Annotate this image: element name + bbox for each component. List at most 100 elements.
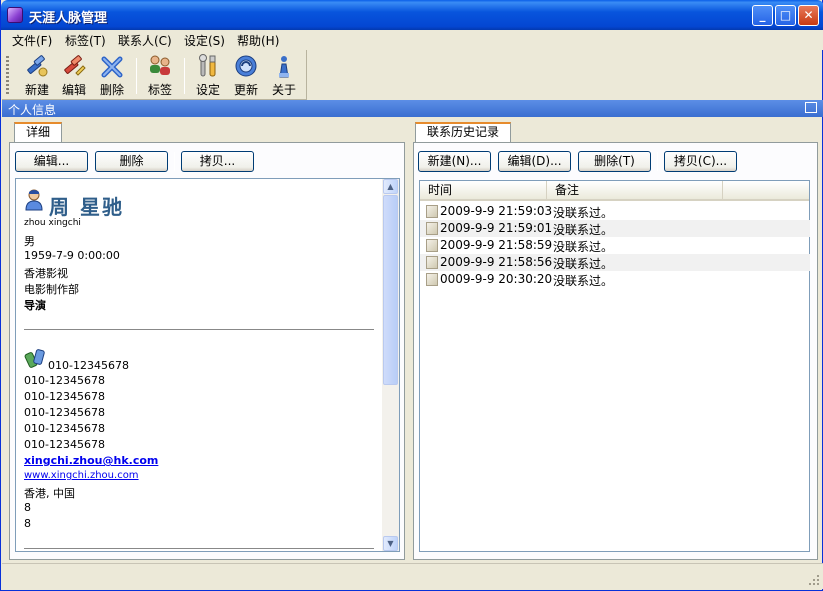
maximize-button[interactable]: □ — [775, 5, 796, 26]
phone-number: 010-12345678 — [24, 438, 105, 451]
title-bar[interactable]: 天涯人脉管理 _ □ ✕ — [1, 0, 823, 30]
tab-contact-history[interactable]: 联系历史记录 — [415, 122, 511, 142]
column-header-time[interactable]: 时间 — [420, 181, 547, 199]
contact-extra-field: 8 — [24, 501, 31, 514]
history-copy-button[interactable]: 拷贝(C)... — [664, 151, 737, 172]
menu-contacts[interactable]: 联系人(C) — [118, 32, 172, 49]
note-icon — [426, 222, 438, 235]
toolbar-tag-button[interactable]: 标签 — [141, 53, 179, 97]
contact-website-link[interactable]: www.xingchi.zhou.com — [24, 470, 139, 481]
menu-settings[interactable]: 设定(S) — [184, 32, 225, 49]
scroll-thumb[interactable] — [383, 195, 398, 385]
toolbar-new-button[interactable]: 新建 — [18, 53, 56, 97]
close-button[interactable]: ✕ — [798, 5, 819, 26]
toolbar-update-button[interactable]: 更新 — [227, 53, 265, 97]
restore-panel-icon[interactable] — [805, 102, 817, 113]
section-title: 个人信息 — [8, 103, 57, 117]
menu-bar: 文件(F) 标签(T) 联系人(C) 设定(S) 帮助(H) — [2, 30, 823, 50]
button-separator — [657, 152, 658, 171]
phone-number: 010-12345678 — [24, 374, 105, 387]
divider — [24, 548, 374, 549]
row-time: 2009-9-9 21:59:03 — [440, 204, 553, 218]
contact-location: 香港, 中国 — [24, 487, 75, 500]
contact-department: 电影制作部 — [24, 283, 79, 296]
edit-contact-icon — [64, 55, 86, 76]
window-title: 天涯人脉管理 — [29, 11, 108, 26]
menu-help[interactable]: 帮助(H) — [237, 32, 279, 49]
toolbar-about-button[interactable]: 关于 — [265, 53, 303, 97]
toolbar-settings-button[interactable]: 设定 — [189, 53, 227, 97]
row-note: 没联系过。 — [553, 223, 614, 237]
toolbar-settings-label: 设定 — [195, 83, 220, 97]
phone-number: 010-12345678 — [48, 359, 129, 372]
phone-icon — [24, 349, 45, 368]
tab-detail[interactable]: 详细 — [14, 122, 62, 142]
history-list[interactable]: 时间 备注 2009-9-9 21:59:03 没联系过。 2009-9-9 2… — [419, 180, 810, 552]
row-time: 0009-9-9 20:30:20 — [440, 272, 553, 286]
table-row[interactable]: 2009-9-9 21:59:03 没联系过。 — [420, 203, 810, 220]
toolbar-new-label: 新建 — [24, 83, 49, 97]
update-globe-icon — [235, 55, 257, 77]
row-note: 没联系过。 — [553, 274, 614, 288]
toolbar-edit-button[interactable]: 编辑 — [55, 53, 93, 97]
toolbar-edit-label: 编辑 — [61, 83, 86, 97]
resize-grip-icon[interactable] — [808, 574, 820, 586]
phone-number: 010-12345678 — [24, 406, 105, 419]
toolbar-grip[interactable] — [6, 56, 9, 96]
contact-gender: 男 — [24, 235, 35, 248]
contact-email-link[interactable]: xingchi.zhou@hk.com — [24, 454, 158, 467]
contact-name: 周 星驰 — [49, 195, 124, 219]
detail-copy-button[interactable]: 拷贝... — [181, 151, 254, 172]
delete-contact-icon — [101, 56, 123, 78]
row-note: 没联系过。 — [553, 206, 614, 220]
history-edit-button[interactable]: 编辑(D)... — [498, 151, 571, 172]
row-time: 2009-9-9 21:58:56 — [440, 255, 553, 269]
menu-tags[interactable]: 标签(T) — [65, 32, 106, 49]
scroll-down-icon[interactable]: ▼ — [383, 536, 398, 551]
note-icon — [426, 205, 438, 218]
divider — [24, 329, 374, 330]
minimize-button[interactable]: _ — [752, 5, 773, 26]
contact-detail-view[interactable]: 周 星驰 zhou xingchi 男 1959-7-9 0:00:00 香港影… — [15, 178, 400, 552]
row-note: 没联系过。 — [553, 257, 614, 271]
history-new-button[interactable]: 新建(N)... — [418, 151, 491, 172]
table-row[interactable]: 2009-9-9 21:58:56 没联系过。 — [420, 254, 810, 271]
table-row[interactable]: 0009-9-9 20:30:20 没联系过。 — [420, 271, 810, 288]
contact-job-title: 导演 — [24, 299, 46, 312]
toolbar-update-label: 更新 — [233, 83, 258, 97]
table-row[interactable]: 2009-9-9 21:58:59 没联系过。 — [420, 237, 810, 254]
toolbar: 新建 编辑 删除 标签 设定 更新 关于 — [2, 50, 307, 100]
note-icon — [426, 256, 438, 269]
scroll-up-icon[interactable]: ▲ — [383, 179, 398, 194]
status-bar — [2, 563, 823, 589]
detail-delete-button[interactable]: 删除 — [95, 151, 168, 172]
new-contact-icon — [27, 55, 48, 77]
detail-scrollbar[interactable]: ▲ ▼ — [382, 179, 399, 551]
toolbar-tag-label: 标签 — [147, 83, 172, 97]
toolbar-delete-button[interactable]: 删除 — [93, 53, 131, 97]
menu-file[interactable]: 文件(F) — [12, 32, 52, 49]
close-icon: ✕ — [803, 8, 814, 22]
row-time: 2009-9-9 21:58:59 — [440, 238, 553, 252]
minimize-icon: _ — [759, 8, 766, 22]
row-note: 没联系过。 — [553, 240, 614, 254]
contact-extra-field: 8 — [24, 517, 31, 530]
table-row[interactable]: 2009-9-9 21:59:01 没联系过。 — [420, 220, 810, 237]
column-header-note[interactable]: 备注 — [547, 181, 723, 199]
history-delete-button[interactable]: 删除(T) — [578, 151, 651, 172]
settings-tools-icon — [199, 54, 216, 77]
button-separator — [174, 152, 175, 171]
toolbar-delete-label: 删除 — [99, 83, 124, 97]
detail-edit-button[interactable]: 编辑... — [15, 151, 88, 172]
history-list-header: 时间 备注 — [420, 181, 809, 201]
note-icon — [426, 239, 438, 252]
contact-company: 香港影视 — [24, 267, 68, 280]
row-time: 2009-9-9 21:59:01 — [440, 221, 553, 235]
phone-number: 010-12345678 — [24, 422, 105, 435]
phone-number: 010-12345678 — [24, 390, 105, 403]
app-icon — [7, 7, 23, 23]
section-header: 个人信息 — [2, 100, 823, 117]
contact-pinyin: zhou xingchi — [24, 218, 81, 228]
contact-birthday: 1959-7-9 0:00:00 — [24, 249, 120, 262]
toolbar-about-label: 关于 — [271, 83, 296, 97]
